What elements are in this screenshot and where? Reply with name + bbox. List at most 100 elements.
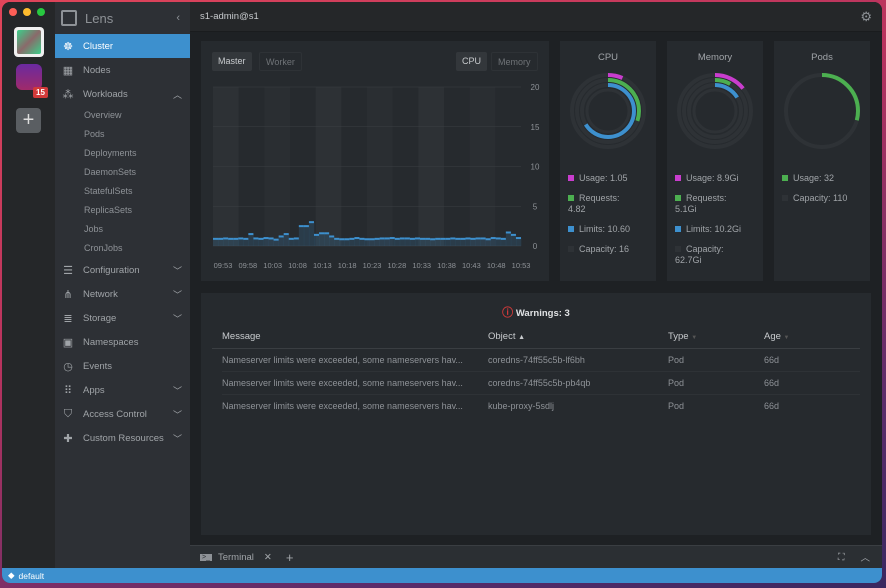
table-row[interactable]: Nameserver limits were exceeded, some na… bbox=[222, 395, 860, 418]
legend-value: 16 bbox=[619, 244, 630, 254]
area-segment bbox=[420, 238, 426, 246]
chevron-down-icon[interactable]: ﹀ bbox=[173, 312, 182, 325]
sidebar-subitem-statefulsets[interactable]: StatefulSets bbox=[55, 182, 190, 201]
collapse-sidebar-icon[interactable]: ‹ bbox=[176, 12, 180, 24]
legend-label: Usage bbox=[686, 173, 713, 183]
chevron-down-icon[interactable]: ﹀ bbox=[173, 288, 182, 301]
area-segment bbox=[460, 238, 466, 246]
legend-swatch bbox=[675, 226, 681, 232]
cluster-icon-1[interactable] bbox=[14, 27, 44, 57]
area-segment bbox=[349, 238, 355, 246]
area-segment bbox=[389, 238, 396, 246]
y-tick-label: 20 bbox=[531, 83, 540, 92]
legend-value: 5.1Gi bbox=[675, 204, 697, 214]
sidebar-item-storage[interactable]: ≣ Storage ﹀ bbox=[55, 306, 190, 330]
sidebar-item-access-control[interactable]: ⛉ Access Control ﹀ bbox=[55, 402, 190, 426]
legend-label: Usage bbox=[579, 173, 606, 183]
area-segment bbox=[490, 238, 497, 246]
area-segment bbox=[253, 238, 259, 246]
legend-value: 62.7Gi bbox=[675, 255, 702, 265]
table-row[interactable]: Nameserver limits were exceeded, some na… bbox=[222, 372, 860, 395]
chevron-down-icon[interactable]: ﹀ bbox=[173, 384, 182, 397]
sidebar-item-workloads[interactable]: ⁂ Workloads ︿ bbox=[55, 82, 190, 106]
sidebar-item-custom-resources[interactable]: ✚ Custom Resources ﹀ bbox=[55, 426, 190, 450]
chevron-down-icon[interactable]: ﹀ bbox=[173, 264, 182, 277]
new-terminal-icon[interactable]: + bbox=[286, 550, 294, 565]
legend-value: 10.2Gi bbox=[714, 224, 742, 234]
gauge-title: Pods bbox=[811, 52, 833, 63]
area-segment bbox=[344, 239, 350, 246]
sidebar-item-events[interactable]: ◷ Events bbox=[55, 354, 190, 378]
sidebar-subitem-replicasets[interactable]: ReplicaSets bbox=[55, 201, 190, 220]
chevron-down-icon[interactable]: ﹀ bbox=[173, 408, 182, 421]
legend-label: Limits bbox=[686, 224, 710, 234]
sidebar-item-cluster[interactable]: ☸ Cluster bbox=[55, 34, 190, 58]
area-segment bbox=[379, 238, 385, 246]
area-segment bbox=[414, 238, 421, 246]
cell-object[interactable]: kube-proxy-5sdlj bbox=[488, 401, 554, 411]
legend-swatch bbox=[568, 226, 574, 232]
area-segment bbox=[495, 238, 502, 246]
sidebar-subitem-daemonsets[interactable]: DaemonSets bbox=[55, 163, 190, 182]
apps-icon: ⠿ bbox=[63, 384, 73, 397]
sidebar-item-network[interactable]: ⋔ Network ﹀ bbox=[55, 282, 190, 306]
legend-limits: Limits: 10.60 bbox=[568, 224, 630, 235]
legend-value: 4.82 bbox=[568, 204, 586, 214]
chart-band bbox=[315, 87, 342, 246]
area-segment bbox=[394, 238, 401, 246]
area-segment bbox=[399, 238, 406, 246]
gear-icon[interactable]: ⚙ bbox=[860, 9, 872, 25]
legend-swatch bbox=[782, 195, 788, 201]
area-segment bbox=[369, 239, 375, 246]
area-segment bbox=[218, 238, 224, 246]
close-window-button[interactable] bbox=[9, 8, 17, 16]
area-segment bbox=[283, 234, 290, 246]
capacity-ring bbox=[585, 88, 631, 134]
area-segment bbox=[324, 233, 330, 246]
memory-tab[interactable]: Memory bbox=[491, 52, 538, 71]
column-age-label: Age bbox=[764, 331, 781, 342]
area-segment bbox=[409, 238, 416, 246]
maximize-window-button[interactable] bbox=[37, 8, 45, 16]
chevron-up-icon[interactable]: ︿ bbox=[173, 88, 182, 101]
legend-label: Requests bbox=[686, 193, 725, 203]
chevron-down-icon[interactable]: ﹀ bbox=[173, 432, 182, 445]
add-cluster-button[interactable]: + bbox=[16, 108, 41, 133]
cell-type: Pod bbox=[668, 355, 685, 365]
sidebar-subitem-cronjobs[interactable]: CronJobs bbox=[55, 239, 190, 258]
sidebar-item-configuration[interactable]: ☰ Configuration ﹀ bbox=[55, 258, 190, 282]
legend-requests: Requests: 5.1Gi bbox=[675, 193, 727, 214]
sidebar-subitem-jobs[interactable]: Jobs bbox=[55, 220, 190, 239]
column-age[interactable]: Age ▼ bbox=[764, 331, 790, 342]
master-tab[interactable]: Master bbox=[212, 52, 252, 71]
terminal-tab[interactable]: Terminal bbox=[218, 552, 254, 563]
cell-object[interactable]: coredns-74ff55c5b-lf6bh bbox=[488, 355, 585, 365]
sidebar-subitem-pods[interactable]: Pods bbox=[55, 125, 190, 144]
area-segment bbox=[258, 238, 264, 246]
legend-value: 110 bbox=[833, 193, 848, 203]
sidebar-subitem-deployments[interactable]: Deployments bbox=[55, 144, 190, 163]
dock-bar: >_ Terminal ✕ + ⛶ ︿ bbox=[190, 545, 882, 568]
worker-tab[interactable]: Worker bbox=[259, 52, 302, 71]
column-object[interactable]: Object ▲ bbox=[488, 331, 525, 342]
sidebar-item-namespaces[interactable]: ▣ Namespaces bbox=[55, 330, 190, 354]
sidebar-subitem-overview[interactable]: Overview bbox=[55, 106, 190, 125]
table-row[interactable]: Nameserver limits were exceeded, some na… bbox=[222, 349, 860, 372]
legend-capacity: Capacity: 110 bbox=[782, 193, 847, 204]
sidebar-item-apps[interactable]: ⠿ Apps ﹀ bbox=[55, 378, 190, 402]
expand-dock-icon[interactable]: ︿ bbox=[860, 550, 870, 564]
status-context[interactable]: default bbox=[19, 571, 45, 581]
fullscreen-icon[interactable]: ⛶ bbox=[838, 552, 845, 563]
warning-icon: ⓘ bbox=[502, 307, 514, 319]
cell-object[interactable]: coredns-74ff55c5b-pb4qb bbox=[488, 378, 590, 388]
list-icon: ☰ bbox=[63, 264, 73, 277]
minimize-window-button[interactable] bbox=[23, 8, 31, 16]
cpu-tab[interactable]: CPU bbox=[456, 52, 488, 71]
main-area: s1-admin@s1 ⚙ Master Worker CPU Memory 0 5… bbox=[190, 2, 882, 568]
legend-usage: Usage: 32 bbox=[782, 173, 834, 184]
sort-icon: ▼ bbox=[691, 335, 698, 341]
column-type[interactable]: Type ▼ bbox=[668, 331, 697, 342]
sidebar-item-nodes[interactable]: ▦ Nodes bbox=[55, 58, 190, 82]
close-terminal-icon[interactable]: ✕ bbox=[264, 552, 272, 563]
column-message[interactable]: Message bbox=[222, 331, 261, 342]
